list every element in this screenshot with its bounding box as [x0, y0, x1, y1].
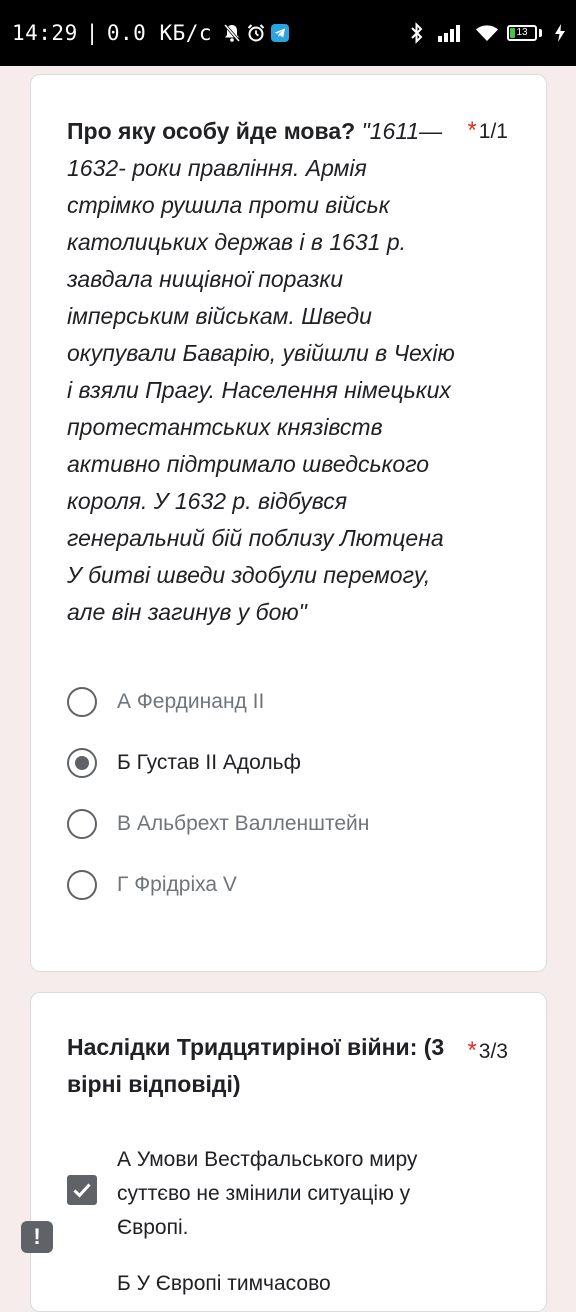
status-right: 13	[405, 18, 566, 48]
question-1-body: "1611—1632- роки правління. Армія стрімк…	[67, 118, 455, 625]
bluetooth-icon	[409, 22, 425, 44]
battery-icon: 13	[507, 25, 537, 41]
bell-off-icon	[222, 23, 242, 43]
question-1-score: 1/1	[478, 120, 508, 143]
radio-button[interactable]	[67, 809, 97, 839]
network-speed: 0.0 КБ/с	[106, 21, 213, 45]
radio-button[interactable]	[67, 870, 97, 900]
status-left: 14:29 | 0.0 КБ/с	[12, 18, 290, 48]
required-mark: *	[467, 117, 477, 144]
option-c-label: В Альбрехт Валленштейн	[117, 812, 370, 835]
question-2-title: Наслідки Тридцятиріної війни: (3 вірні в…	[67, 1034, 445, 1097]
battery-level: 13	[516, 27, 528, 38]
question-2-points: *3/3	[467, 1037, 508, 1065]
question-1-text: Про яку особу йде мова? "1611—1632- роки…	[67, 113, 457, 631]
status-time: 14:29	[12, 21, 78, 45]
question-card-2: Наслідки Тридцятиріної війни: (3 вірні в…	[30, 992, 547, 1312]
option-c[interactable]: В Альбрехт Валленштейн	[67, 806, 369, 842]
report-problem-button[interactable]: !	[21, 1221, 53, 1253]
question-1-points: *1/1	[467, 117, 508, 145]
signal-icon	[437, 23, 463, 43]
status-separator: |	[85, 21, 99, 45]
option-b-label: Б Густав II Адольф	[117, 751, 301, 774]
option-a[interactable]: А Фердинанд II	[67, 684, 264, 720]
question-2-text: Наслідки Тридцятиріної війни: (3 вірні в…	[67, 1029, 467, 1103]
option-a-label: А Фердинанд II	[117, 690, 265, 713]
question-card-1: Про яку особу йде мова? "1611—1632- роки…	[30, 74, 547, 972]
alarm-icon	[246, 23, 266, 43]
telegram-icon	[270, 23, 290, 43]
option-d[interactable]: Г Фрідріха V	[67, 867, 237, 903]
required-mark: *	[467, 1037, 477, 1064]
battery-tip	[539, 29, 542, 37]
status-bar: 14:29 | 0.0 КБ/с 13	[0, 0, 576, 66]
exclamation-icon: !	[33, 1224, 41, 1249]
radio-button-selected[interactable]	[67, 748, 97, 778]
wifi-icon	[475, 23, 499, 43]
check-icon	[73, 1183, 91, 1198]
option-d-label: Г Фрідріха V	[117, 873, 237, 896]
question-1-title: Про яку особу йде мова?	[67, 118, 356, 144]
option-b[interactable]: Б Густав II Адольф	[67, 745, 301, 781]
question-2-score: 3/3	[478, 1040, 508, 1063]
checkbox-checked[interactable]	[67, 1175, 97, 1205]
radio-button[interactable]	[67, 687, 97, 717]
checkbox-option-b-label: Б У Європі тимчасово	[117, 1272, 331, 1295]
charging-icon	[554, 23, 566, 43]
checkbox-option-a-label: А Умови Вестфальського миру суттєво не з…	[117, 1148, 418, 1239]
